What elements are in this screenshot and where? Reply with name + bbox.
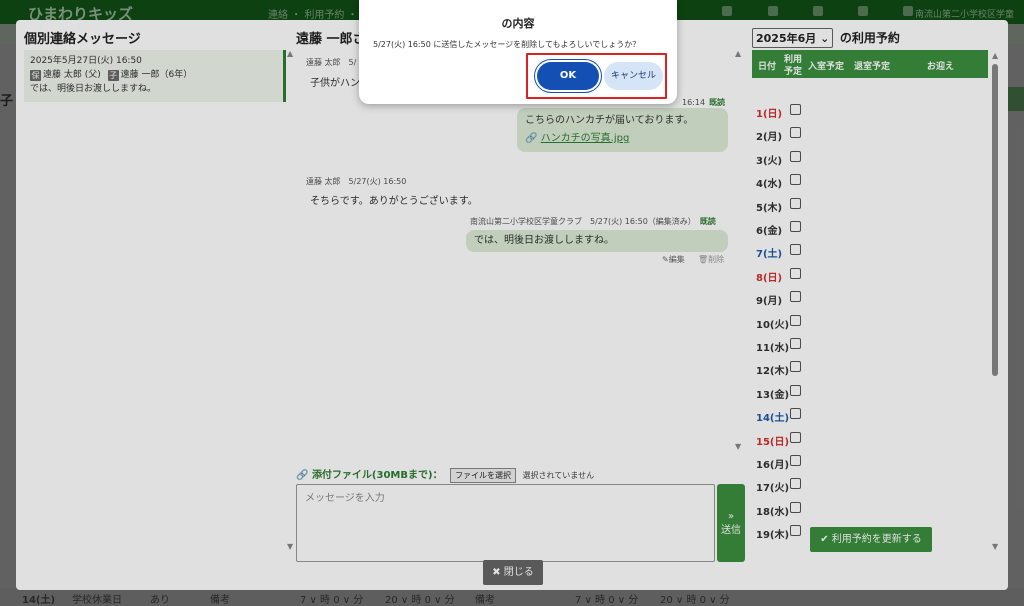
dialog-title: の内容 — [501, 17, 535, 30]
ok-button[interactable]: OK — [537, 62, 599, 90]
cancel-button[interactable]: キャンセル — [604, 62, 663, 90]
confirm-dialog: の内容 5/27(火) 16:50 に送信したメッセージを削除してもよろしいでし… — [359, 0, 677, 104]
dialog-message: 5/27(火) 16:50 に送信したメッセージを削除してもよろしいでしょうか？ — [373, 40, 641, 49]
